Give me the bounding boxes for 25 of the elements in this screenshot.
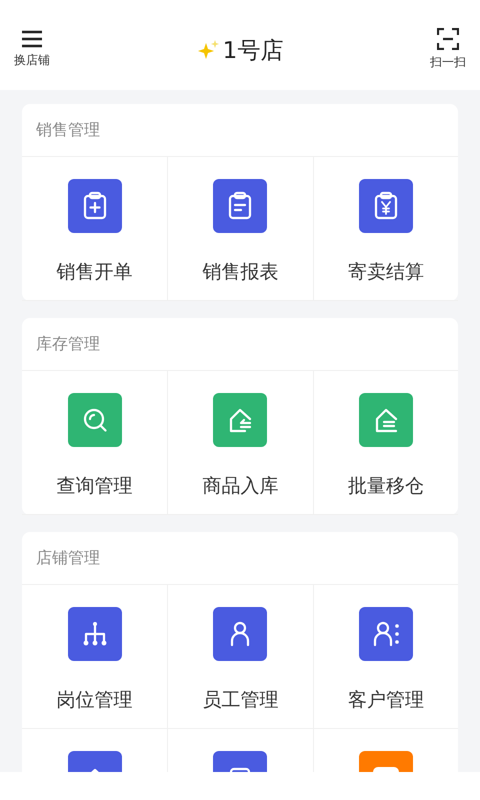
clipboard-yen-icon[interactable] — [358, 179, 413, 233]
contact-list-icon[interactable] — [358, 607, 413, 661]
store-title: 1号店 — [222, 36, 284, 66]
scan-button[interactable]: 扫一扫 — [430, 28, 466, 70]
menu-label[interactable]: 销售报表 — [202, 259, 278, 285]
menu-label[interactable]: 客户管理 — [348, 687, 424, 713]
section-title: 销售管理 — [36, 120, 100, 140]
menu-label[interactable]: 商品入库 — [202, 473, 278, 499]
search-icon[interactable] — [68, 393, 122, 447]
menu-label[interactable]: 查询管理 — [56, 473, 133, 499]
menu-label[interactable]: 员工管理 — [202, 687, 278, 713]
scan-icon — [436, 28, 459, 50]
clipboard-plus-icon[interactable] — [68, 179, 122, 233]
section-title: 店铺管理 — [36, 548, 100, 568]
clipboard-icon[interactable] — [213, 179, 268, 233]
menu-label[interactable]: 寄卖结算 — [348, 259, 424, 285]
menu-label[interactable]: 销售开单 — [56, 259, 133, 285]
hierarchy-icon[interactable] — [68, 607, 122, 661]
house-list-icon[interactable] — [358, 393, 413, 447]
menu-label[interactable]: 批量移仓 — [348, 473, 424, 499]
menu-label[interactable]: 岗位管理 — [56, 687, 133, 713]
person-icon[interactable] — [213, 607, 268, 661]
menu-icon — [21, 30, 43, 48]
switch-store-button[interactable]: 换店铺 — [14, 30, 50, 68]
section-title: 库存管理 — [36, 334, 100, 354]
